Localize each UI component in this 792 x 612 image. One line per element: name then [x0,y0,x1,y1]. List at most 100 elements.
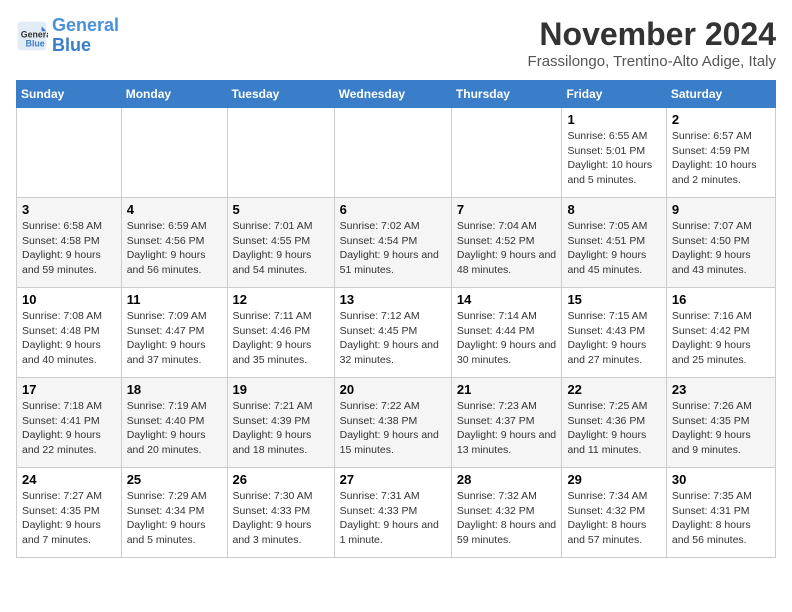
calendar-cell: 16Sunrise: 7:16 AM Sunset: 4:42 PM Dayli… [666,288,775,378]
day-number: 24 [22,472,116,487]
calendar-cell: 21 Sunrise: 7:23 AM Sunset: 4:37 PM Dayli… [451,378,562,468]
calendar-cell: 7Sunrise: 7:04 AM Sunset: 4:52 PM Daylig… [451,198,562,288]
day-info: Sunrise: 7:18 AM Sunset: 4:41 PM Dayligh… [22,399,116,458]
day-info: Sunrise: 7:15 AM Sunset: 4:43 PM Dayligh… [567,309,660,368]
calendar-cell: 27 Sunrise: 7:31 AM Sunset: 4:33 PM Dayli… [334,468,451,558]
weekday-header: Friday [562,81,666,108]
day-info: Sunrise: 7:01 AM Sunset: 4:55 PM Dayligh… [233,219,329,278]
day-number: 19 [233,382,329,397]
day-info: Sunrise: 6:59 AM Sunset: 4:56 PM Dayligh… [127,219,222,278]
calendar-cell: 17Sunrise: 7:18 AM Sunset: 4:41 PM Dayli… [17,378,122,468]
day-info: Sunrise: 6:58 AM Sunset: 4:58 PM Dayligh… [22,219,116,278]
weekday-header: Tuesday [227,81,334,108]
day-info: Sunrise: 6:57 AM Sunset: 4:59 PM Dayligh… [672,129,770,188]
day-info: Sunrise: 7:32 AM Sunset: 4:32 PM Dayligh… [457,489,557,548]
day-info: Sunrise: 7:16 AM Sunset: 4:42 PM Dayligh… [672,309,770,368]
calendar-cell: 26 Sunrise: 7:30 AM Sunset: 4:33 PM Dayli… [227,468,334,558]
page-header: General Blue General Blue November 2024 … [16,16,776,70]
weekday-header-row: SundayMondayTuesdayWednesdayThursdayFrid… [17,81,776,108]
calendar-cell: 20 Sunrise: 7:22 AM Sunset: 4:38 PM Dayli… [334,378,451,468]
day-info: Sunrise: 7:26 AM Sunset: 4:35 PM Dayligh… [672,399,770,458]
day-number: 21 [457,382,557,397]
calendar-body: 1Sunrise: 6:55 AM Sunset: 5:01 PM Daylig… [17,108,776,558]
location-subtitle: Frassilongo, Trentino-Alto Adige, Italy [528,53,776,70]
day-info: Sunrise: 7:07 AM Sunset: 4:50 PM Dayligh… [672,219,770,278]
logo: General Blue General Blue [16,16,119,56]
day-number: 8 [567,202,660,217]
day-info: Sunrise: 7:09 AM Sunset: 4:47 PM Dayligh… [127,309,222,368]
calendar-week-row: 17Sunrise: 7:18 AM Sunset: 4:41 PM Dayli… [17,378,776,468]
calendar-cell: 2 Sunrise: 6:57 AM Sunset: 4:59 PM Daylig… [666,108,775,198]
calendar-cell: 13Sunrise: 7:12 AM Sunset: 4:45 PM Dayli… [334,288,451,378]
calendar-cell: 29Sunrise: 7:34 AM Sunset: 4:32 PM Dayli… [562,468,666,558]
svg-text:Blue: Blue [26,38,45,48]
logo-text: General Blue [52,16,119,56]
day-info: Sunrise: 7:25 AM Sunset: 4:36 PM Dayligh… [567,399,660,458]
day-number: 12 [233,292,329,307]
weekday-header: Saturday [666,81,775,108]
calendar-cell: 1Sunrise: 6:55 AM Sunset: 5:01 PM Daylig… [562,108,666,198]
day-info: Sunrise: 7:30 AM Sunset: 4:33 PM Dayligh… [233,489,329,548]
day-info: Sunrise: 7:11 AM Sunset: 4:46 PM Dayligh… [233,309,329,368]
calendar-week-row: 3Sunrise: 6:58 AM Sunset: 4:58 PM Daylig… [17,198,776,288]
day-number: 5 [233,202,329,217]
day-info: Sunrise: 7:31 AM Sunset: 4:33 PM Dayligh… [340,489,446,548]
calendar-week-row: 10 Sunrise: 7:08 AM Sunset: 4:48 PM Dayli… [17,288,776,378]
month-title: November 2024 [528,16,776,53]
day-info: Sunrise: 7:35 AM Sunset: 4:31 PM Dayligh… [672,489,770,548]
calendar-cell [121,108,227,198]
day-info: Sunrise: 7:02 AM Sunset: 4:54 PM Dayligh… [340,219,446,278]
day-number: 25 [127,472,222,487]
calendar-cell: 18 Sunrise: 7:19 AM Sunset: 4:40 PM Dayli… [121,378,227,468]
day-number: 18 [127,382,222,397]
day-number: 4 [127,202,222,217]
calendar-cell: 14Sunrise: 7:14 AM Sunset: 4:44 PM Dayli… [451,288,562,378]
day-number: 9 [672,202,770,217]
calendar-cell: 3Sunrise: 6:58 AM Sunset: 4:58 PM Daylig… [17,198,122,288]
calendar-cell: 6Sunrise: 7:02 AM Sunset: 4:54 PM Daylig… [334,198,451,288]
weekday-header: Wednesday [334,81,451,108]
calendar-cell: 5 Sunrise: 7:01 AM Sunset: 4:55 PM Daylig… [227,198,334,288]
day-number: 15 [567,292,660,307]
day-info: Sunrise: 7:19 AM Sunset: 4:40 PM Dayligh… [127,399,222,458]
calendar-cell [227,108,334,198]
calendar-cell [17,108,122,198]
day-info: Sunrise: 7:08 AM Sunset: 4:48 PM Dayligh… [22,309,116,368]
calendar-header: SundayMondayTuesdayWednesdayThursdayFrid… [17,81,776,108]
weekday-header: Sunday [17,81,122,108]
day-number: 11 [127,292,222,307]
day-number: 27 [340,472,446,487]
calendar-cell: 10 Sunrise: 7:08 AM Sunset: 4:48 PM Dayli… [17,288,122,378]
day-info: Sunrise: 7:21 AM Sunset: 4:39 PM Dayligh… [233,399,329,458]
calendar-cell: 11 Sunrise: 7:09 AM Sunset: 4:47 PM Dayli… [121,288,227,378]
calendar-cell: 12 Sunrise: 7:11 AM Sunset: 4:46 PM Dayli… [227,288,334,378]
day-info: Sunrise: 6:55 AM Sunset: 5:01 PM Dayligh… [567,129,660,188]
calendar-table: SundayMondayTuesdayWednesdayThursdayFrid… [16,80,776,558]
calendar-cell [451,108,562,198]
day-number: 30 [672,472,770,487]
day-info: Sunrise: 7:12 AM Sunset: 4:45 PM Dayligh… [340,309,446,368]
calendar-cell: 9 Sunrise: 7:07 AM Sunset: 4:50 PM Daylig… [666,198,775,288]
calendar-week-row: 1Sunrise: 6:55 AM Sunset: 5:01 PM Daylig… [17,108,776,198]
calendar-cell: 4 Sunrise: 6:59 AM Sunset: 4:56 PM Daylig… [121,198,227,288]
day-info: Sunrise: 7:29 AM Sunset: 4:34 PM Dayligh… [127,489,222,548]
day-number: 20 [340,382,446,397]
calendar-cell: 8 Sunrise: 7:05 AM Sunset: 4:51 PM Daylig… [562,198,666,288]
title-section: November 2024 Frassilongo, Trentino-Alto… [528,16,776,70]
day-number: 10 [22,292,116,307]
calendar-week-row: 24 Sunrise: 7:27 AM Sunset: 4:35 PM Dayli… [17,468,776,558]
calendar-cell: 28Sunrise: 7:32 AM Sunset: 4:32 PM Dayli… [451,468,562,558]
calendar-cell: 19 Sunrise: 7:21 AM Sunset: 4:39 PM Dayli… [227,378,334,468]
calendar-cell: 30 Sunrise: 7:35 AM Sunset: 4:31 PM Dayli… [666,468,775,558]
day-number: 2 [672,112,770,127]
day-number: 7 [457,202,557,217]
weekday-header: Monday [121,81,227,108]
day-info: Sunrise: 7:22 AM Sunset: 4:38 PM Dayligh… [340,399,446,458]
day-number: 22 [567,382,660,397]
logo-icon: General Blue [16,20,48,52]
day-number: 26 [233,472,329,487]
day-info: Sunrise: 7:27 AM Sunset: 4:35 PM Dayligh… [22,489,116,548]
day-info: Sunrise: 7:23 AM Sunset: 4:37 PM Dayligh… [457,399,557,458]
calendar-cell: 15 Sunrise: 7:15 AM Sunset: 4:43 PM Dayli… [562,288,666,378]
day-info: Sunrise: 7:05 AM Sunset: 4:51 PM Dayligh… [567,219,660,278]
